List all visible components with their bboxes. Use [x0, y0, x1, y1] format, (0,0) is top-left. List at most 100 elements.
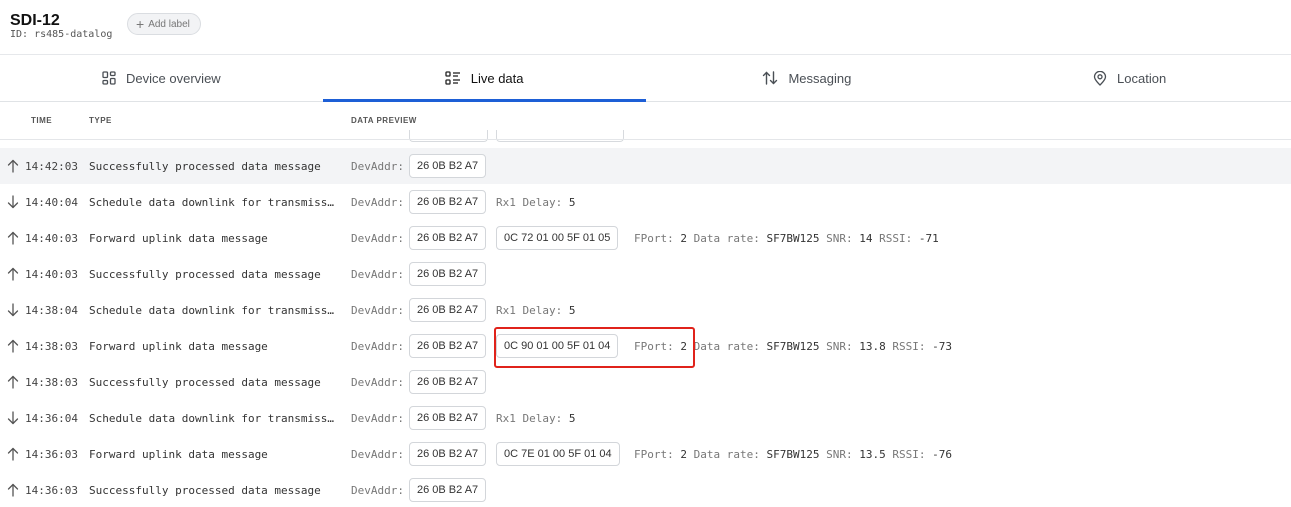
tab-device-overview[interactable]: Device overview: [0, 55, 323, 101]
tab-live-data[interactable]: Live data: [322, 55, 646, 102]
table-row[interactable]: 14:42:03 Successfully processed data mess…: [0, 148, 1291, 184]
row-type: Forward uplink data message: [89, 339, 268, 353]
devaddr-label: DevAddr:: [351, 375, 404, 389]
devaddr-chip[interactable]: 26 0B B2 A7: [409, 298, 487, 322]
add-label-button[interactable]: + Add label: [127, 13, 201, 35]
table-row[interactable]: 14:36:04 Schedule data downlink for trans…: [0, 400, 1291, 436]
row-type: Forward uplink data message: [89, 447, 268, 461]
arrow-down-icon: [6, 195, 20, 209]
list-icon: [445, 71, 461, 85]
devaddr-label: DevAddr:: [351, 159, 404, 173]
row-time: 14:40:04: [25, 195, 78, 209]
row-type: Schedule data downlink for transmission: [89, 195, 339, 209]
pin-icon: [1093, 70, 1107, 86]
snr-label: SNR:: [826, 339, 853, 353]
row-type: Successfully processed data message: [89, 375, 321, 389]
row-type: Forward uplink data message: [89, 231, 268, 245]
table-row[interactable]: 14:38:03 Forward uplink data message DevAd…: [0, 328, 1291, 364]
table-row[interactable]: 14:36:03 Successfully processed data mess…: [0, 472, 1291, 507]
devaddr-chip[interactable]: 26 0B B2 A7: [409, 478, 487, 502]
snr-value: 13.8: [859, 339, 886, 353]
rssi-label: RSSI:: [879, 231, 913, 245]
fport-label: FPort:: [634, 447, 674, 461]
arrow-up-icon: [6, 267, 20, 281]
row-type: Schedule data downlink for transmission: [89, 303, 339, 317]
devaddr-chip[interactable]: 26 0B B2 A7: [409, 406, 487, 430]
clipped-chip: [496, 130, 624, 142]
row-metadata: FPort: 2 Data rate: SF7BW125 SNR: 13.8 R…: [634, 340, 952, 353]
tab-location-label: Location: [1117, 70, 1167, 86]
tab-messaging[interactable]: Messaging: [646, 55, 969, 101]
device-id-label: ID:: [10, 29, 29, 40]
devaddr-label: DevAddr:: [351, 483, 404, 497]
clipped-chip: [409, 130, 488, 142]
rx1-delay-value: 5: [568, 195, 576, 209]
row-type: Successfully processed data message: [89, 159, 321, 173]
device-id: ID: rs485-datalog: [10, 29, 112, 40]
devaddr-chip[interactable]: 26 0B B2 A7: [409, 334, 487, 358]
rssi-value: -73: [932, 339, 952, 353]
arrow-down-icon: [6, 411, 20, 425]
snr-value: 13.5: [859, 447, 886, 461]
tab-device-overview-label: Device overview: [126, 70, 221, 86]
live-data-table: [0, 139, 1291, 140]
arrow-up-icon: [6, 483, 20, 497]
device-header: SDI-12 ID: rs485-datalog + Add label: [0, 0, 1291, 55]
row-time: 14:40:03: [25, 231, 78, 245]
row-time: 14:38:04: [25, 303, 78, 317]
data-rate-label: Data rate:: [693, 231, 760, 245]
rx1-delay: Rx1 Delay: 5: [496, 412, 575, 425]
row-time: 14:38:03: [25, 375, 78, 389]
devaddr-label: DevAddr:: [351, 195, 404, 209]
row-type: Successfully processed data message: [89, 267, 321, 281]
payload-chip[interactable]: 0C 7E 01 00 5F 01 04: [496, 442, 620, 466]
tab-bar: Device overview Live data Messaging Loca…: [0, 55, 1291, 102]
devaddr-label: DevAddr:: [351, 411, 404, 425]
devaddr-chip[interactable]: 26 0B B2 A7: [409, 226, 487, 250]
rssi-value: -76: [932, 447, 952, 461]
tab-messaging-label: Messaging: [788, 70, 852, 86]
rx1-delay-label: Rx1 Delay:: [496, 411, 563, 425]
arrow-up-icon: [6, 339, 20, 353]
table-row[interactable]: 14:40:04 Schedule data downlink for trans…: [0, 184, 1291, 220]
arrow-down-icon: [6, 303, 20, 317]
table-row[interactable]: 14:38:04 Schedule data downlink for trans…: [0, 292, 1291, 328]
payload-chip[interactable]: 0C 72 01 00 5F 01 05: [496, 226, 619, 250]
device-title: SDI-12: [10, 12, 60, 29]
table-row[interactable]: 14:40:03 Forward uplink data message DevAd…: [0, 220, 1291, 256]
tab-location[interactable]: Location: [968, 55, 1291, 101]
row-metadata: FPort: 2 Data rate: SF7BW125 SNR: 13.5 R…: [634, 448, 952, 461]
table-row[interactable]: 14:40:03 Successfully processed data mess…: [0, 256, 1291, 292]
row-metadata: FPort: 2 Data rate: SF7BW125 SNR: 14 RSS…: [634, 232, 939, 245]
devaddr-label: DevAddr:: [351, 267, 404, 281]
rx1-delay-label: Rx1 Delay:: [496, 303, 563, 317]
rx1-delay-value: 5: [568, 411, 576, 425]
arrow-up-icon: [6, 447, 20, 461]
row-time: 14:38:03: [25, 339, 78, 353]
device-id-value: rs485-datalog: [34, 29, 113, 40]
devaddr-label: DevAddr:: [351, 447, 404, 461]
devaddr-chip[interactable]: 26 0B B2 A7: [409, 262, 487, 286]
table-row[interactable]: 14:38:03 Successfully processed data mess…: [0, 364, 1291, 400]
rssi-label: RSSI:: [892, 339, 926, 353]
plus-icon: +: [136, 16, 145, 32]
data-rate-value: SF7BW125: [766, 447, 820, 461]
devaddr-chip[interactable]: 26 0B B2 A7: [409, 442, 487, 466]
column-header-preview: DATA PREVIEW: [351, 116, 417, 125]
devaddr-label: DevAddr:: [351, 303, 404, 317]
rssi-label: RSSI:: [892, 447, 926, 461]
devaddr-chip[interactable]: 26 0B B2 A7: [409, 370, 487, 394]
table-row[interactable]: 14:36:03 Forward uplink data message DevAd…: [0, 436, 1291, 472]
add-label-text: Add label: [148, 18, 190, 30]
row-time: 14:40:03: [25, 267, 78, 281]
data-rate-label: Data rate:: [693, 447, 760, 461]
row-type: Schedule data downlink for transmission: [89, 411, 339, 425]
arrow-up-icon: [6, 159, 20, 173]
fport-value: 2: [680, 231, 687, 245]
devaddr-chip[interactable]: 26 0B B2 A7: [409, 190, 487, 214]
payload-chip[interactable]: 0C 90 01 00 5F 01 04: [496, 334, 619, 358]
rssi-value: -71: [918, 231, 939, 245]
devaddr-chip[interactable]: 26 0B B2 A7: [409, 154, 487, 178]
rx1-delay-value: 5: [568, 303, 576, 317]
data-rate-label: Data rate:: [693, 339, 760, 353]
